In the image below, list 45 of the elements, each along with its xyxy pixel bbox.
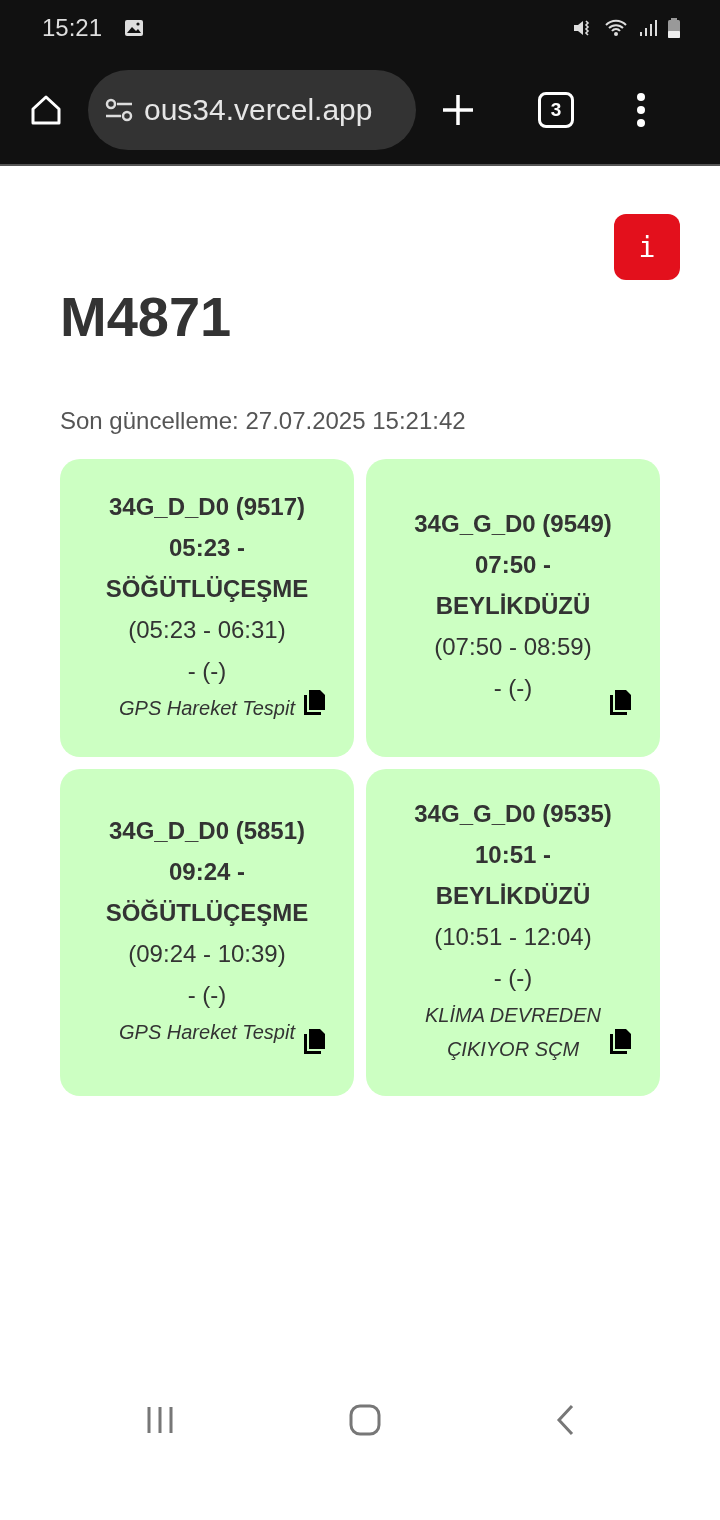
trip-heading: 10:51 - [474,840,551,870]
trip-heading: 34G_D_D0 (5851) [108,816,306,846]
url-text: ous34.vercel.app [144,93,373,127]
trip-note: GPS Hareket Tespit [119,1020,295,1045]
battery-icon [668,18,680,38]
new-tab-button[interactable] [440,92,476,128]
trip-detail: - (-) [493,963,533,993]
trip-heading: BEYLİKDÜZÜ [435,590,591,621]
time-range: (07:50 - 08:59) [434,631,592,662]
menu-icon[interactable] [636,93,646,127]
page-title: M4871 [60,284,233,349]
trip-heading: 34G_G_D0 (9549) [414,508,612,539]
trip-heading: 07:50 - [474,549,551,580]
copy-icon[interactable] [302,689,326,717]
signal-icon [638,18,658,38]
time-range: (09:24 - 10:39) [128,939,286,969]
status-time: 15:21 [42,14,103,42]
trip-note: KLİMA DEVREDEN [425,1003,601,1028]
recent-apps-icon[interactable] [145,1405,175,1435]
copy-icon[interactable] [608,689,632,717]
copy-icon[interactable] [608,1028,632,1056]
trip-detail: - (-) [187,655,227,686]
home-icon[interactable] [348,1403,382,1437]
trip-heading: BEYLİKDÜZÜ [435,881,591,911]
copy-icon[interactable] [302,1028,326,1056]
trip-heading: 34G_D_D0 (9517) [108,491,306,522]
trip-heading: SÖĞÜTLÜÇEŞME [105,573,309,604]
trip-heading: SÖĞÜTLÜÇEŞME [105,898,309,928]
trip-detail: - (-) [187,980,227,1010]
trip-heading: 09:24 - [168,857,245,887]
last-update-text: Son güncelleme: 27.07.2025 15:21:42 [60,407,467,435]
info-button[interactable]: i [614,214,680,280]
address-bar[interactable]: ous34.vercel.app [88,70,416,150]
tab-count-button[interactable]: 3 [538,92,574,128]
trip-heading: 34G_G_D0 (9535) [414,799,612,829]
trip-detail: - (-) [493,672,533,703]
time-range: (05:23 - 06:31) [128,614,286,645]
image-icon [124,19,145,37]
site-settings-icon[interactable] [104,97,134,123]
trip-heading: 05:23 - [168,532,245,563]
trip-note: ÇIKIYOR SÇM [446,1037,580,1062]
trip-note: GPS Hareket Tespit [119,695,295,721]
back-icon[interactable] [555,1403,575,1437]
time-range: (10:51 - 12:04) [434,922,592,952]
wifi-icon [604,18,628,38]
